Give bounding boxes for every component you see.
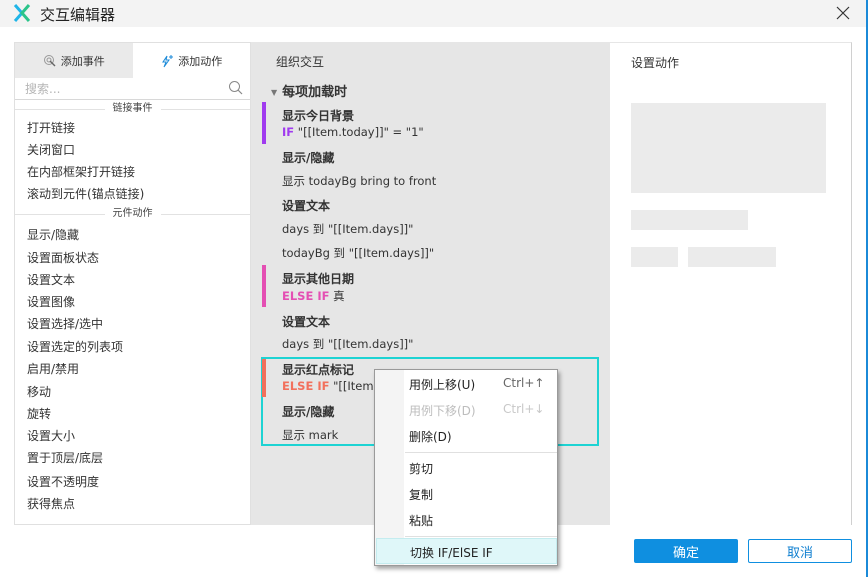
- tab-label: 添加事件: [60, 54, 105, 68]
- case-color-bar: [262, 359, 266, 397]
- action-item[interactable]: 关闭窗口: [15, 139, 250, 161]
- menu-item-cut[interactable]: 剪切: [375, 455, 557, 481]
- search-input[interactable]: [25, 79, 225, 99]
- cursor-click-icon: [43, 54, 57, 68]
- search-bar: [15, 78, 250, 100]
- window-title: 交互编辑器: [40, 6, 116, 24]
- action-item[interactable]: 移动: [15, 381, 250, 403]
- case-condition[interactable]: ELSE IF 真: [282, 288, 345, 304]
- search-icon[interactable]: [228, 80, 244, 96]
- action-item[interactable]: 启用/禁用: [15, 358, 250, 380]
- case-name[interactable]: 显示红点标记: [282, 361, 354, 378]
- menu-item-copy[interactable]: 复制: [375, 481, 557, 507]
- panel-heading: 设置动作: [631, 56, 680, 70]
- section-header-link-actions: 链接事件: [15, 100, 250, 117]
- action-detail[interactable]: todayBg 到 "[[Item.days]]": [282, 245, 434, 261]
- action-item[interactable]: 设置文本: [15, 269, 250, 291]
- lightning-plus-icon: [160, 54, 174, 68]
- menu-separator: [405, 452, 557, 453]
- action-item[interactable]: 旋转: [15, 403, 250, 425]
- title-bar: 交互编辑器: [0, 0, 868, 27]
- case-condition[interactable]: IF "[[Item.today]]" = "1": [282, 125, 424, 139]
- event-header[interactable]: ▼ 每项加载时: [271, 81, 347, 100]
- action-title[interactable]: 显示/隐藏: [282, 403, 334, 420]
- collapse-triangle-icon[interactable]: ▼: [271, 88, 277, 97]
- configure-action-panel: 设置动作: [610, 42, 852, 525]
- menu-item-delete[interactable]: 删除(D): [375, 423, 557, 449]
- action-title[interactable]: 设置文本: [282, 313, 330, 330]
- tab-add-action[interactable]: 添加动作: [133, 43, 251, 78]
- action-item[interactable]: 设置选定的列表项: [15, 336, 250, 358]
- action-item[interactable]: 在内部框架打开链接: [15, 161, 250, 183]
- case-name[interactable]: 显示其他日期: [282, 270, 354, 287]
- action-title[interactable]: 显示/隐藏: [282, 149, 334, 166]
- tab-label: 添加动作: [178, 54, 223, 68]
- action-item[interactable]: 设置大小: [15, 425, 250, 447]
- placeholder-block: [631, 210, 748, 230]
- action-detail[interactable]: 显示 mark: [282, 427, 338, 443]
- tab-add-event[interactable]: 添加事件: [15, 43, 133, 78]
- action-detail[interactable]: days 到 "[[Item.days]]": [282, 336, 413, 352]
- section-header-widget-actions: 元件动作: [15, 205, 250, 222]
- case-color-bar: [262, 102, 266, 144]
- case-condition[interactable]: ELSE IF "[[Item.m: [282, 379, 388, 393]
- ok-button[interactable]: 确定: [634, 539, 738, 563]
- action-title[interactable]: 设置文本: [282, 197, 330, 214]
- panel-heading: 组织交互: [276, 55, 325, 69]
- action-item[interactable]: 设置不透明度: [15, 471, 250, 493]
- placeholder-block: [631, 247, 678, 267]
- placeholder-block: [688, 247, 776, 267]
- tab-bar: 添加事件 添加动作: [15, 43, 250, 78]
- menu-item-toggle-if-else-if[interactable]: 切换 IF/ElSE IF: [376, 538, 557, 564]
- case-color-bar: [262, 265, 266, 307]
- action-item[interactable]: 滚动到元件(锚点链接): [15, 183, 250, 205]
- action-detail[interactable]: 显示 todayBg bring to front: [282, 173, 436, 189]
- action-item[interactable]: 设置选择/选中: [15, 313, 250, 335]
- action-item[interactable]: 设置面板状态: [15, 247, 250, 269]
- menu-item-move-case-up[interactable]: 用例上移(U) Ctrl+↑: [375, 371, 557, 397]
- action-item[interactable]: 设置图像: [15, 291, 250, 313]
- cancel-button[interactable]: 取消: [748, 539, 852, 563]
- close-icon[interactable]: [834, 4, 852, 22]
- placeholder-block: [631, 103, 826, 193]
- action-item[interactable]: 获得焦点: [15, 493, 250, 515]
- action-detail[interactable]: days 到 "[[Item.days]]": [282, 221, 413, 237]
- axure-logo-icon: [13, 4, 31, 22]
- action-item[interactable]: 显示/隐藏: [15, 224, 250, 246]
- action-item[interactable]: 置于顶层/底层: [15, 447, 250, 469]
- action-library-panel: 添加事件 添加动作 链接事件 打开链接 关闭窗口 在内部框架打开链接 滚动到元件…: [14, 42, 251, 525]
- action-item[interactable]: 打开链接: [15, 117, 250, 139]
- context-menu: 用例上移(U) Ctrl+↑ 用例下移(D) Ctrl+↓ 删除(D) 剪切 复…: [374, 369, 558, 566]
- case-name[interactable]: 显示今日背景: [282, 107, 354, 124]
- menu-item-move-case-down[interactable]: 用例下移(D) Ctrl+↓: [375, 397, 557, 423]
- menu-item-paste[interactable]: 粘贴: [375, 507, 557, 533]
- menu-separator: [405, 536, 557, 537]
